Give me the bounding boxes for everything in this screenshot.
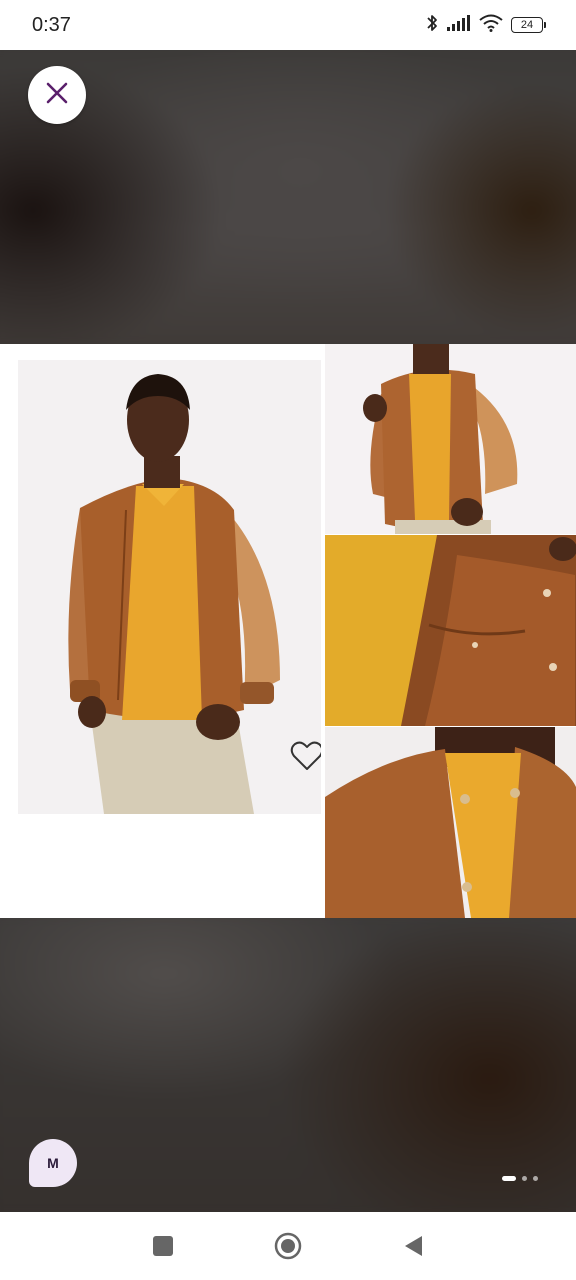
blurred-backdrop-bottom — [0, 910, 576, 1212]
back-button[interactable] — [399, 1234, 427, 1262]
home-icon — [274, 1232, 302, 1265]
signal-icon — [447, 14, 471, 36]
image-pager[interactable] — [502, 1176, 538, 1181]
home-button[interactable] — [274, 1232, 302, 1265]
close-icon — [45, 81, 69, 110]
pager-dot-2[interactable] — [522, 1176, 527, 1181]
product-detail-photo-pocket — [325, 535, 576, 726]
close-button[interactable] — [28, 66, 86, 124]
heart-outline-icon — [290, 741, 321, 776]
product-image-collage[interactable] — [0, 344, 576, 918]
wishlist-button[interactable] — [288, 740, 321, 776]
bluetooth-icon — [425, 13, 439, 38]
pager-dot-1[interactable] — [502, 1176, 516, 1181]
image-viewer[interactable]: M — [0, 50, 576, 1212]
navigation-bar — [0, 1212, 576, 1280]
status-time: 0:37 — [32, 13, 71, 36]
status-icons: 24 — [425, 13, 546, 38]
wifi-icon — [479, 14, 503, 37]
blurred-backdrop-top — [0, 50, 576, 351]
assistant-chat-button[interactable]: M — [29, 1139, 77, 1187]
product-detail-photo-front — [325, 344, 576, 534]
back-icon — [402, 1234, 424, 1263]
recents-button[interactable] — [149, 1234, 177, 1262]
recents-icon — [152, 1235, 174, 1262]
pager-dot-3[interactable] — [533, 1176, 538, 1181]
product-main-photo — [18, 360, 321, 814]
product-detail-photo-collar — [325, 727, 576, 918]
status-bar: 0:37 24 — [0, 0, 576, 50]
battery-level: 24 — [511, 17, 543, 33]
battery-icon: 24 — [511, 17, 546, 33]
